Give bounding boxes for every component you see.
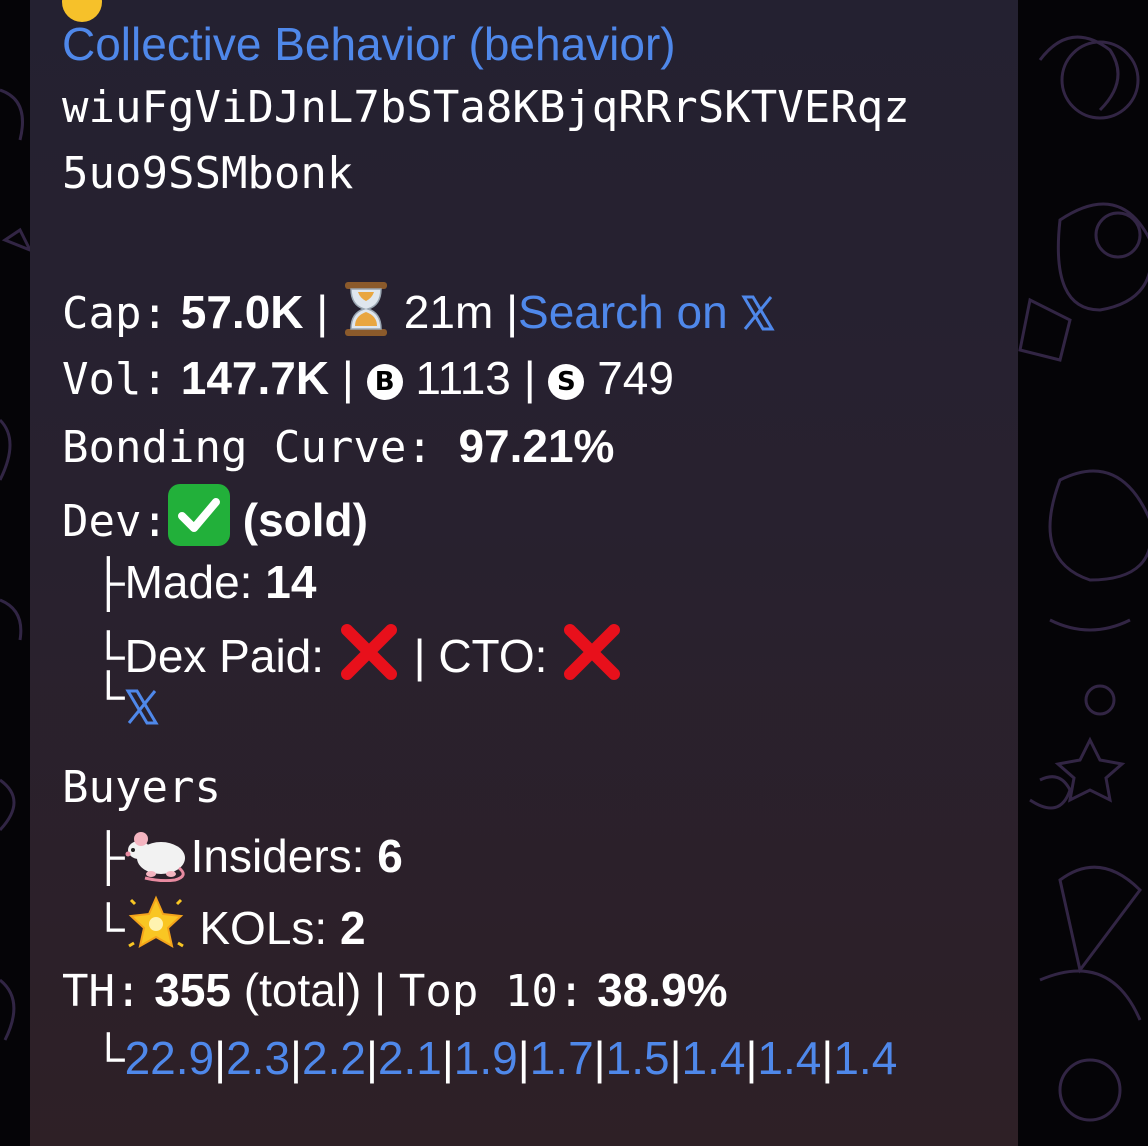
- dev-x-link[interactable]: [124, 680, 159, 740]
- age-value: 21m: [403, 286, 494, 338]
- dev-label: Dev:: [62, 496, 168, 547]
- cross-mark-icon: [560, 620, 624, 698]
- vol-row: Vol: 147.7K | B 1113 | S 749: [62, 348, 674, 410]
- dev-status: (sold): [242, 494, 368, 546]
- contract-address-line-1[interactable]: wiuFgViDJnL7bSTa8KBjqRRrSKTVERqz: [62, 78, 910, 138]
- cap-value: 57.0K: [180, 286, 304, 338]
- hourglass-icon: [341, 280, 391, 352]
- insiders-label: Insiders:: [190, 830, 365, 882]
- buyers-label: Buyers: [62, 762, 221, 813]
- dev-made-value: 14: [265, 556, 317, 608]
- top-holder-link[interactable]: 1.4: [757, 1032, 821, 1084]
- holders-label: TH:: [62, 966, 142, 1017]
- token-title-link[interactable]: Collective Behavior (behavior): [62, 14, 676, 74]
- vol-label: Vol:: [62, 354, 168, 405]
- tree-branch-glyph: ├: [92, 829, 125, 883]
- bonding-curve-label: Bonding Curve:: [62, 422, 433, 473]
- cross-mark-icon: [337, 620, 401, 698]
- top-holders-list: 22.9|2.3|2.2|2.1|1.9|1.7|1.5|1.4|1.4|1.4: [125, 1032, 898, 1084]
- top-holders-row: └22.9|2.3|2.2|2.1|1.9|1.7|1.5|1.4|1.4|1.…: [92, 1028, 897, 1088]
- sells-count: 749: [597, 352, 674, 404]
- separator: |: [593, 1032, 606, 1084]
- dev-x-row: └: [92, 666, 159, 740]
- top10-label: Top 10:: [398, 966, 585, 1017]
- top-holder-link[interactable]: 2.2: [302, 1032, 366, 1084]
- dex-paid-row: └Dex Paid: | CTO:: [92, 620, 624, 698]
- top-holder-link[interactable]: 1.4: [682, 1032, 746, 1084]
- x-logo-icon: [124, 689, 159, 725]
- separator: |: [341, 352, 354, 404]
- x-logo-icon: [740, 286, 775, 346]
- separator: |: [523, 352, 536, 404]
- dev-made-label: Made:: [124, 556, 253, 608]
- top-holder-link[interactable]: 22.9: [125, 1032, 215, 1084]
- message-bubble: Collective Behavior (behavior) wiuFgViDJ…: [30, 0, 1018, 1146]
- separator: |: [517, 1032, 530, 1084]
- kols-value: 2: [339, 902, 366, 954]
- search-on-x-link[interactable]: Search on: [518, 286, 775, 338]
- check-mark-icon: [167, 484, 230, 546]
- holders-total: 355: [154, 964, 232, 1016]
- separator: |: [290, 1032, 302, 1084]
- kols-label: KOLs:: [199, 902, 328, 954]
- separator: |: [441, 1032, 454, 1084]
- insiders-row: ├ Insiders: 6: [92, 824, 403, 896]
- separator: |: [374, 964, 387, 1016]
- top-holder-link[interactable]: 1.7: [530, 1032, 594, 1084]
- top-holder-link[interactable]: 1.5: [606, 1032, 670, 1084]
- top-holder-link[interactable]: 2.1: [378, 1032, 442, 1084]
- top-holder-link[interactable]: 2.3: [226, 1032, 290, 1084]
- top-holder-link[interactable]: 1.9: [454, 1032, 518, 1084]
- separator: |: [821, 1032, 834, 1084]
- tree-last-glyph: └: [92, 901, 125, 955]
- cap-row: Cap: 57.0K | 21m |Search on: [62, 280, 775, 352]
- separator: |: [365, 1032, 378, 1084]
- separator: |: [669, 1032, 682, 1084]
- sells-badge-icon: S: [548, 364, 585, 400]
- glowing-star-icon: [125, 892, 187, 968]
- kols-row: └ KOLs: 2: [92, 892, 366, 968]
- dev-made-row: ├Made: 14: [92, 552, 316, 612]
- separator: |: [214, 1032, 227, 1084]
- holders-row: TH: 355 (total) | Top 10: 38.9%: [62, 960, 728, 1022]
- rat-icon: [125, 824, 191, 896]
- separator: |: [745, 1032, 758, 1084]
- cto-label: CTO:: [438, 630, 548, 682]
- holders-total-suffix: (total): [243, 964, 362, 1016]
- insiders-value: 6: [377, 830, 403, 882]
- vol-value: 147.7K: [180, 352, 330, 404]
- tree-last-glyph: └: [92, 669, 125, 723]
- buys-count: 1113: [415, 352, 511, 404]
- tree-last-glyph: └: [92, 1031, 125, 1085]
- separator: |: [413, 630, 426, 682]
- separator: |: [506, 286, 519, 338]
- separator: |: [316, 286, 329, 338]
- top10-value: 38.9%: [597, 964, 728, 1016]
- tree-branch-glyph: ├: [92, 555, 125, 609]
- contract-address-line-2[interactable]: 5uo9SSMbonk: [62, 144, 353, 204]
- cap-label: Cap:: [62, 288, 168, 339]
- bonding-curve-row: Bonding Curve: 97.21%: [62, 416, 614, 478]
- dev-row: Dev: (sold): [62, 484, 368, 552]
- bonding-curve-value: 97.21%: [458, 420, 615, 472]
- buys-badge-icon: B: [366, 364, 403, 400]
- buyers-row: Buyers: [62, 756, 221, 818]
- top-holder-link[interactable]: 1.4: [833, 1032, 897, 1084]
